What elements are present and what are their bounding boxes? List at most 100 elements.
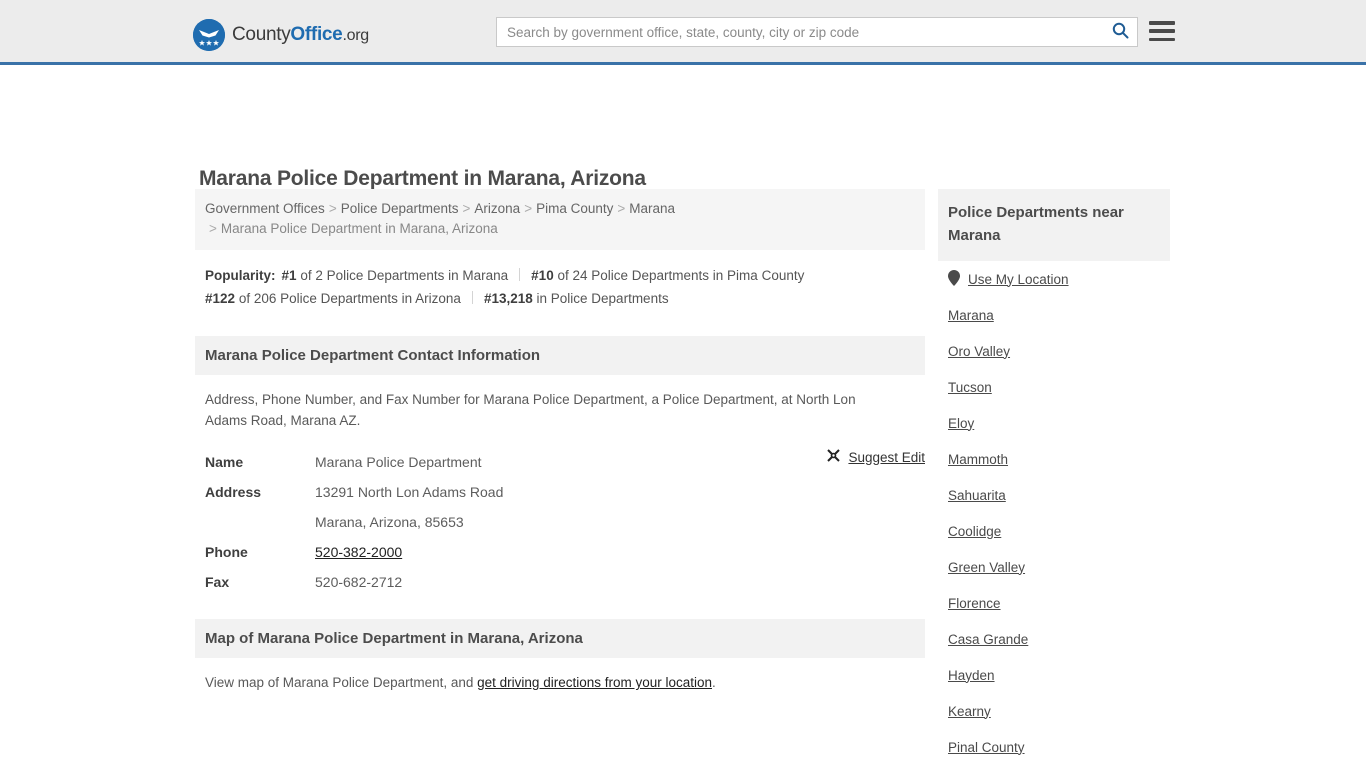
popularity-text-0: of 2 Police Departments in Marana (300, 268, 509, 283)
breadcrumb-item-0[interactable]: Government Offices (205, 201, 325, 216)
sidebar-link-5[interactable]: Sahuarita (948, 488, 1006, 503)
sidebar-link-7[interactable]: Green Valley (948, 560, 1025, 575)
map-pin-icon (948, 269, 960, 289)
search-input[interactable] (497, 18, 1103, 46)
site-logo-text: CountyOffice.org (232, 24, 369, 46)
breadcrumb: Government Offices > Police Departments > Ar… (195, 189, 925, 250)
menu-bar-3 (1149, 37, 1175, 41)
breadcrumb-current: Marana Police Department in Marana, Ariz… (220, 221, 498, 236)
sidebar-item-oro-valley[interactable]: Oro Valley (948, 333, 1160, 369)
sidebar-item-marana[interactable]: Marana (948, 297, 1160, 333)
contact-value-name: Marana Police Department (315, 454, 482, 470)
contact-value-address-line2: Marana, Arizona, 85653 (315, 514, 464, 530)
popularity-rank-2: #122 (205, 291, 236, 306)
map-section-description: View map of Marana Police Department, an… (195, 658, 925, 693)
popularity-text-1: of 24 Police Departments in Pima County (557, 268, 805, 283)
breadcrumb-item-3[interactable]: Pima County (536, 201, 613, 216)
popularity-item-3: #13,218 in Police Departments (484, 291, 669, 306)
breadcrumb-item-2[interactable]: Arizona (474, 201, 520, 216)
popularity-item-2: #122 of 206 Police Departments in Arizon… (205, 291, 461, 306)
edit-pencil-icon (826, 448, 841, 466)
logo-text-county: County (232, 24, 291, 45)
sidebar-link-8[interactable]: Florence (948, 596, 1001, 611)
menu-bar-2 (1149, 29, 1175, 33)
main-content: Government Offices > Police Departments > Ar… (195, 189, 925, 693)
breadcrumb-separator-4: > (209, 221, 217, 236)
sidebar-link-3[interactable]: Eloy (948, 416, 974, 431)
contact-row-address: Address 13291 North Lon Adams Road (205, 477, 915, 507)
eagle-shield-icon (193, 19, 225, 51)
sidebar-item-green-valley[interactable]: Green Valley (948, 549, 1160, 585)
sidebar-link-10[interactable]: Hayden (948, 668, 995, 683)
site-logo[interactable]: CountyOffice.org (193, 19, 369, 51)
breadcrumb-separator-0: > (328, 201, 337, 216)
popularity-item-0: #1 of 2 Police Departments in Marana (282, 268, 509, 283)
sidebar-link-6[interactable]: Coolidge (948, 524, 1001, 539)
breadcrumb-separator-2: > (524, 201, 533, 216)
sidebar-item-coolidge[interactable]: Coolidge (948, 513, 1160, 549)
sidebar-heading: Police Departments near Marana (938, 189, 1170, 261)
sidebar-item-use-my-location[interactable]: Use My Location (948, 261, 1160, 297)
sidebar-item-eloy[interactable]: Eloy (948, 405, 1160, 441)
sidebar-link-4[interactable]: Mammoth (948, 452, 1008, 467)
use-my-location-link[interactable]: Use My Location (968, 272, 1069, 287)
sidebar-item-hayden[interactable]: Hayden (948, 657, 1160, 693)
search-button[interactable] (1103, 18, 1137, 46)
sidebar-list: Use My Location Marana Oro Valley Tucson… (938, 261, 1170, 768)
suggest-edit-button[interactable]: Suggest Edit (826, 448, 925, 466)
sidebar-item-casa-grande[interactable]: Casa Grande (948, 621, 1160, 657)
sidebar-item-mammoth[interactable]: Mammoth (948, 441, 1160, 477)
contact-section-heading: Marana Police Department Contact Informa… (195, 336, 925, 375)
phone-link[interactable]: 520-382-2000 (315, 544, 402, 560)
popularity-divider-1 (471, 291, 473, 304)
logo-text-office: Office (290, 24, 343, 45)
driving-directions-link[interactable]: get driving directions from your locatio… (477, 675, 712, 690)
menu-bar-1 (1149, 21, 1175, 25)
search-icon (1112, 22, 1129, 42)
contact-label-address: Address (205, 484, 262, 500)
contact-row-address-line2: Marana, Arizona, 85653 (205, 507, 915, 537)
search-bar (496, 17, 1138, 47)
sidebar-link-11[interactable]: Kearny (948, 704, 991, 719)
contact-row-name: Name Marana Police Department (205, 447, 915, 477)
breadcrumb-separator-3: > (617, 201, 626, 216)
sidebar-link-12[interactable]: Pinal County (948, 740, 1025, 755)
nearby-sidebar: Police Departments near Marana Use My Lo… (938, 189, 1170, 768)
sidebar-item-tucson[interactable]: Tucson (948, 369, 1160, 405)
contact-label-phone: Phone (205, 544, 248, 560)
contact-value-fax: 520-682-2712 (315, 574, 403, 590)
sidebar-item-sahuarita[interactable]: Sahuarita (948, 477, 1160, 513)
sidebar-item-kearny[interactable]: Kearny (948, 693, 1160, 729)
site-header: CountyOffice.org (0, 0, 1366, 65)
popularity-rank-0: #1 (281, 268, 297, 283)
page-title: Marana Police Department in Marana, Ariz… (199, 167, 646, 191)
sidebar-link-1[interactable]: Oro Valley (948, 344, 1010, 359)
suggest-edit-label: Suggest Edit (848, 449, 925, 465)
breadcrumb-item-1[interactable]: Police Departments (341, 201, 459, 216)
popularity-text-2: of 206 Police Departments in Arizona (238, 291, 461, 306)
popularity-divider-0 (519, 268, 521, 281)
sidebar-link-0[interactable]: Marana (948, 308, 994, 323)
sidebar-item-pinal-county[interactable]: Pinal County (948, 729, 1160, 765)
contact-row-fax: Fax 520-682-2712 (205, 567, 915, 597)
hamburger-menu-icon[interactable] (1149, 18, 1175, 44)
map-section-heading: Map of Marana Police Department in Maran… (195, 619, 925, 658)
popularity-text-3: in Police Departments (536, 291, 669, 306)
map-desc-prefix: View map of Marana Police Department, an… (205, 675, 478, 690)
sidebar-link-2[interactable]: Tucson (948, 380, 992, 395)
popularity-rank-1: #10 (531, 268, 554, 283)
popularity-rank-3: #13,218 (483, 291, 533, 306)
popularity-label: Popularity: (205, 268, 276, 283)
breadcrumb-item-4[interactable]: Marana (629, 201, 675, 216)
contact-label-fax: Fax (205, 574, 230, 590)
contact-section-description: Address, Phone Number, and Fax Number fo… (205, 392, 856, 428)
sidebar-link-9[interactable]: Casa Grande (948, 632, 1028, 647)
popularity-item-1: #10 of 24 Police Departments in Pima Cou… (531, 268, 804, 283)
map-desc-suffix: . (712, 675, 716, 690)
contact-value-phone-wrap: 520-382-2000 (315, 537, 402, 567)
breadcrumb-separator-1: > (462, 201, 471, 216)
contact-row-phone: Phone 520-382-2000 (205, 537, 915, 567)
contact-value-address-line1: 13291 North Lon Adams Road (315, 484, 504, 500)
contact-info-table: Suggest Edit Name Marana Police Departme… (195, 447, 925, 597)
sidebar-item-florence[interactable]: Florence (948, 585, 1160, 621)
